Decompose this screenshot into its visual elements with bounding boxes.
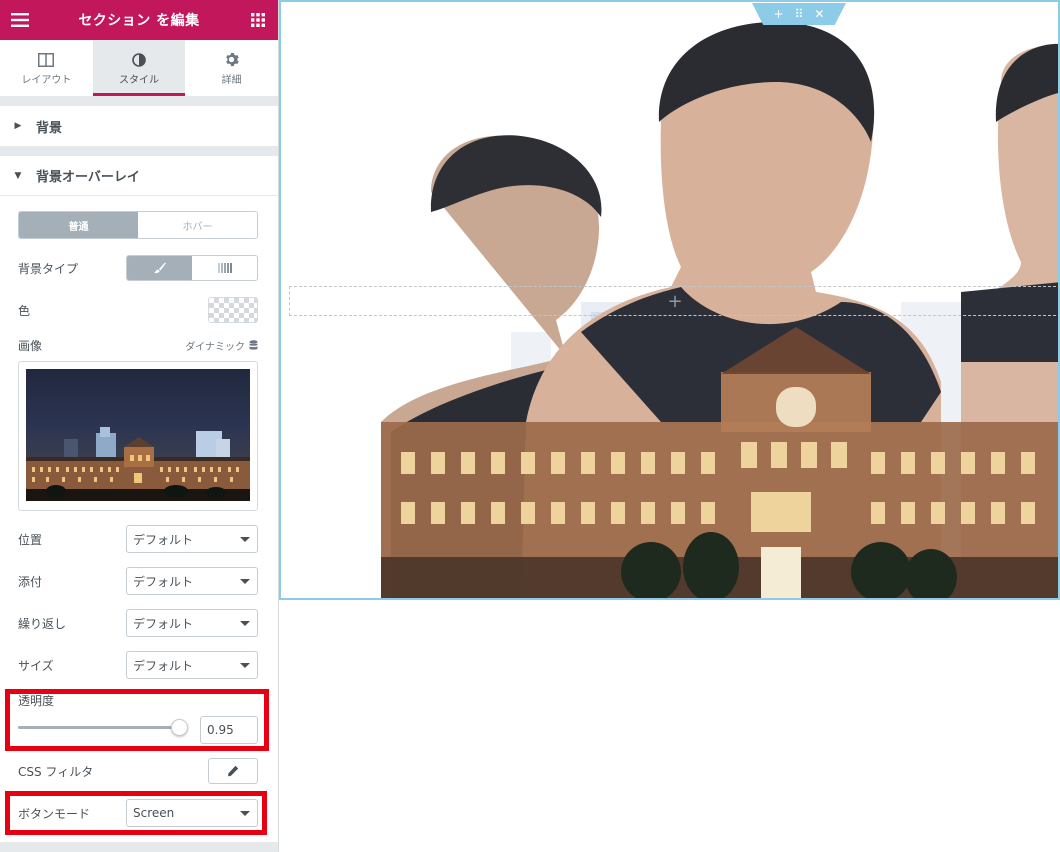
divider <box>0 146 278 156</box>
divider <box>0 96 278 106</box>
css-filter-row: CSS フィルタ <box>18 758 258 784</box>
contrast-icon <box>132 51 146 69</box>
bg-type-label: 背景タイプ <box>18 261 79 276</box>
bg-type-row: 背景タイプ <box>18 255 258 281</box>
widgets-grid-icon[interactable] <box>238 0 278 40</box>
menu-icon[interactable] <box>0 0 40 40</box>
caret-down-icon: ▼ <box>14 170 22 181</box>
tab-hover[interactable]: ホバー <box>138 212 257 238</box>
size-select[interactable]: デフォルト <box>126 651 258 679</box>
size-value: デフォルト <box>133 658 194 673</box>
attachment-row: 添付 デフォルト <box>18 567 258 595</box>
tab-advanced[interactable]: 詳細 <box>185 40 278 96</box>
panel-tabs: レイアウト スタイル 詳細 <box>0 40 278 96</box>
position-select[interactable]: デフォルト <box>126 525 258 553</box>
chevron-down-icon <box>240 579 250 584</box>
tab-advanced-label: 詳細 <box>221 74 242 86</box>
image-row: 画像 ダイナミック <box>18 336 258 354</box>
section-background-toggle[interactable]: ▶ 背景 <box>0 106 278 146</box>
drag-handle-icon[interactable]: ⠿ <box>795 7 804 21</box>
image-label: 画像 <box>18 338 43 353</box>
bg-type-gradient-button[interactable] <box>192 256 257 280</box>
section-overlay-label: 背景オーバーレイ <box>36 170 140 185</box>
repeat-value: デフォルト <box>133 616 194 631</box>
bg-type-classic-button[interactable] <box>127 256 192 280</box>
attachment-select[interactable]: デフォルト <box>126 567 258 595</box>
tab-layout-label: レイアウト <box>21 74 72 86</box>
gear-icon <box>224 51 239 69</box>
position-row: 位置 デフォルト <box>18 525 258 553</box>
section-background-label: 背景 <box>36 120 63 136</box>
tab-layout[interactable]: レイアウト <box>0 40 93 96</box>
empty-column-placeholder[interactable]: + <box>289 286 1060 316</box>
database-icon <box>249 339 258 350</box>
chevron-down-icon <box>240 621 250 626</box>
color-row: 色 <box>18 297 258 323</box>
pencil-icon <box>228 765 239 777</box>
section-overlay-toggle[interactable]: ▼ 背景オーバーレイ <box>0 156 278 196</box>
dynamic-label: ダイナミック <box>185 341 245 353</box>
repeat-row: 繰り返し デフォルト <box>18 609 258 637</box>
repeat-select[interactable]: デフォルト <box>126 609 258 637</box>
image-picker[interactable] <box>18 361 258 511</box>
caret-right-icon: ▶ <box>14 121 22 131</box>
state-toggle: 普通 ホバー <box>18 211 258 239</box>
close-icon[interactable]: ✕ <box>814 7 824 21</box>
opacity-highlight-box <box>5 689 269 751</box>
tab-style-label: スタイル <box>119 74 159 86</box>
chevron-down-icon <box>240 537 250 542</box>
attachment-label: 添付 <box>18 574 43 589</box>
attachment-value: デフォルト <box>133 574 194 589</box>
dynamic-tags-button[interactable]: ダイナミック <box>185 338 258 353</box>
tab-style[interactable]: スタイル <box>92 40 186 96</box>
columns-icon <box>38 51 55 69</box>
css-filter-label: CSS フィルタ <box>18 764 94 779</box>
paint-brush-icon <box>153 262 166 274</box>
css-filter-edit-button[interactable] <box>208 758 258 784</box>
bg-type-choices <box>126 255 258 281</box>
position-value: デフォルト <box>133 532 194 547</box>
panel-header: セクション を編集 <box>0 0 278 40</box>
position-label: 位置 <box>18 532 43 547</box>
add-section-icon[interactable]: + <box>774 7 784 21</box>
section-handle: + ⠿ ✕ <box>752 3 846 25</box>
editor-panel: セクション を編集 レイアウト スタイル 詳細 ▶ 背景 ▼ 背景オーバーレイ … <box>0 0 279 852</box>
size-row: サイズ デフォルト <box>18 651 258 679</box>
size-label: サイズ <box>18 658 54 673</box>
color-picker-swatch[interactable] <box>208 297 258 323</box>
background-image-thumbnail <box>26 369 250 501</box>
repeat-label: 繰り返し <box>18 616 67 631</box>
divider <box>0 842 278 852</box>
color-label: 色 <box>18 303 31 318</box>
tab-normal[interactable]: 普通 <box>19 212 138 238</box>
blend-mode-highlight-box <box>5 791 267 835</box>
chevron-down-icon <box>240 663 250 668</box>
panel-title: セクション を編集 <box>78 13 200 29</box>
add-widget-icon[interactable]: + <box>667 291 682 312</box>
gradient-icon <box>217 263 232 273</box>
